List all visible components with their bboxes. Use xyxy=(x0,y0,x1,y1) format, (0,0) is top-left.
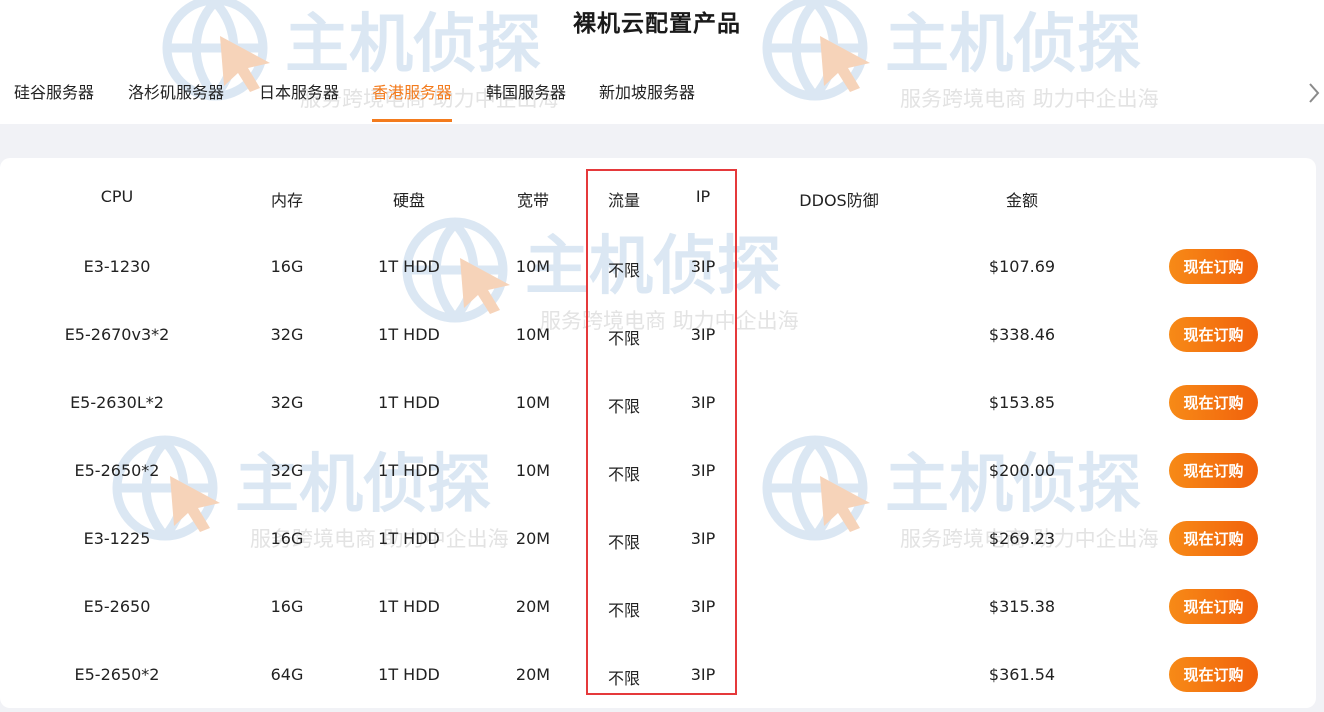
cell-bandwidth: 10M xyxy=(515,257,551,276)
cell-bandwidth: 10M xyxy=(515,325,551,344)
cell-memory: 64G xyxy=(270,665,304,684)
cell-disk: 1T HDD xyxy=(378,529,440,548)
cell-bandwidth: 10M xyxy=(515,461,551,480)
cell-traffic: 不限 xyxy=(607,601,641,620)
header-ip: IP xyxy=(695,187,711,206)
cell-disk: 1T HDD xyxy=(378,597,440,616)
cell-disk: 1T HDD xyxy=(378,665,440,684)
cell-memory: 16G xyxy=(270,597,304,616)
cell-ip: 3IP xyxy=(690,665,716,684)
cell-bandwidth: 20M xyxy=(515,597,551,616)
cell-disk: 1T HDD xyxy=(378,393,440,412)
cell-memory: 32G xyxy=(270,325,304,344)
order-button[interactable]: 现在订购 xyxy=(1169,657,1258,692)
header-traffic: 流量 xyxy=(607,191,641,210)
header-price: 金额 xyxy=(1005,191,1039,210)
cell-price: $361.54 xyxy=(988,665,1056,684)
cell-traffic: 不限 xyxy=(607,533,641,552)
order-button[interactable]: 现在订购 xyxy=(1169,453,1258,488)
cell-price: $315.38 xyxy=(988,597,1056,616)
order-button[interactable]: 现在订购 xyxy=(1169,589,1258,624)
cell-ip: 3IP xyxy=(690,597,716,616)
cell-ip: 3IP xyxy=(690,325,716,344)
cell-traffic: 不限 xyxy=(607,465,641,484)
product-table: CPU 内存 硬盘 宽带 流量 IP DDOS防御 金额 E3-1230 16G… xyxy=(0,0,1324,712)
cell-disk: 1T HDD xyxy=(378,257,440,276)
cell-cpu: E3-1225 xyxy=(83,529,151,548)
cell-price: $107.69 xyxy=(988,257,1056,276)
cell-price: $269.23 xyxy=(988,529,1056,548)
cell-disk: 1T HDD xyxy=(378,461,440,480)
cell-memory: 16G xyxy=(270,529,304,548)
cell-ip: 3IP xyxy=(690,529,716,548)
cell-traffic: 不限 xyxy=(607,669,641,688)
order-button[interactable]: 现在订购 xyxy=(1169,521,1258,556)
cell-price: $200.00 xyxy=(988,461,1056,480)
cell-memory: 16G xyxy=(270,257,304,276)
cell-cpu: E5-2670v3*2 xyxy=(64,325,170,344)
cell-bandwidth: 10M xyxy=(515,393,551,412)
cell-traffic: 不限 xyxy=(607,261,641,280)
cell-bandwidth: 20M xyxy=(515,529,551,548)
header-memory: 内存 xyxy=(270,191,304,210)
cell-ip: 3IP xyxy=(690,257,716,276)
cell-cpu: E5-2650*2 xyxy=(74,461,160,480)
cell-cpu: E3-1230 xyxy=(83,257,151,276)
cell-ip: 3IP xyxy=(690,393,716,412)
cell-cpu: E5-2650*2 xyxy=(74,665,160,684)
order-button[interactable]: 现在订购 xyxy=(1169,385,1258,420)
cell-traffic: 不限 xyxy=(607,329,641,348)
header-disk: 硬盘 xyxy=(392,191,426,210)
cell-disk: 1T HDD xyxy=(378,325,440,344)
header-ddos: DDOS防御 xyxy=(799,191,879,210)
header-bandwidth: 宽带 xyxy=(516,191,550,210)
order-button[interactable]: 现在订购 xyxy=(1169,317,1258,352)
cell-cpu: E5-2650 xyxy=(83,597,151,616)
header-cpu: CPU xyxy=(100,187,134,206)
cell-bandwidth: 20M xyxy=(515,665,551,684)
cell-cpu: E5-2630L*2 xyxy=(70,393,164,412)
cell-memory: 32G xyxy=(270,461,304,480)
cell-traffic: 不限 xyxy=(607,397,641,416)
cell-price: $153.85 xyxy=(988,393,1056,412)
order-button[interactable]: 现在订购 xyxy=(1169,249,1258,284)
cell-ip: 3IP xyxy=(690,461,716,480)
cell-price: $338.46 xyxy=(988,325,1056,344)
cell-memory: 32G xyxy=(270,393,304,412)
